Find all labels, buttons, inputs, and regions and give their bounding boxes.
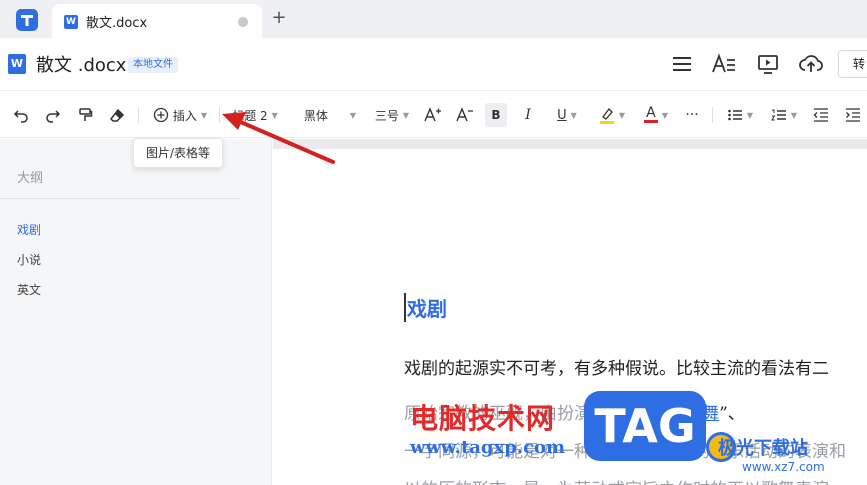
font-color-label: A	[646, 105, 656, 121]
redo-button[interactable]	[42, 103, 64, 127]
outline-sidebar: 大纲 戏剧 小说 英文	[0, 139, 272, 485]
redo-icon	[46, 110, 61, 123]
section-heading[interactable]: 戏剧	[404, 293, 447, 322]
watermark-tag-logo: TAG	[584, 391, 706, 461]
decrease-font-button[interactable]	[454, 103, 476, 127]
chevron-down-icon: ▼	[661, 110, 669, 120]
indent-icon	[846, 108, 860, 122]
font-color-swatch	[643, 120, 658, 123]
outline-title: 大纲	[17, 171, 44, 186]
tab-strip: W 散文.docx +	[0, 0, 867, 38]
tab-title: 散文.docx	[86, 16, 148, 31]
font-family-select[interactable]: 黑体 ▼	[300, 103, 360, 127]
toolbar-divider	[712, 107, 713, 123]
word-doc-icon: W	[64, 15, 78, 29]
chevron-down-icon: ▼	[402, 110, 410, 120]
tab-document[interactable]: W 散文.docx	[52, 4, 262, 38]
chevron-down-icon: ▼	[349, 110, 357, 120]
toolbar-divider	[219, 107, 220, 123]
paragraph-4[interactable]: 以的历的形态，是一为萌动式宗旨之作时的巫以歌舞表演	[404, 475, 829, 485]
toolbar-divider	[138, 107, 139, 123]
cloud-upload-icon[interactable]	[797, 50, 825, 78]
eraser-icon	[110, 108, 125, 122]
watermark-text: 电脑技术网	[410, 402, 556, 435]
close-tab-icon[interactable]	[238, 17, 248, 27]
size-value: 三号	[374, 108, 399, 123]
formatting-toolbar: 插入 ▼ 标题 2 ▼ 黑体 ▼ 三号 ▼ B I U ▼ ▼ A ▼ ··· …	[0, 90, 867, 138]
font-size-select[interactable]: 三号 ▼	[370, 103, 414, 127]
font-value: 黑体	[303, 108, 328, 123]
decrease-indent-button[interactable]	[810, 103, 832, 127]
undo-button[interactable]	[10, 103, 32, 127]
format-painter-icon	[79, 108, 93, 121]
insert-label: 插入	[172, 108, 197, 123]
more-button[interactable]: ···	[680, 103, 704, 127]
document-title[interactable]: 散文 .docx	[36, 51, 126, 77]
outline-item-drama[interactable]: 戏剧	[17, 221, 41, 238]
italic-button[interactable]: I	[517, 103, 539, 127]
highlight-button[interactable]: ▼	[594, 103, 630, 127]
text-format-icon[interactable]	[710, 50, 738, 78]
paragraph-1[interactable]: 戏剧的起源实不可考，有多种假说。比较主流的看法有二	[404, 354, 829, 379]
quote-close: ”、	[719, 404, 745, 424]
chevron-down-icon: ▼	[271, 110, 278, 120]
increase-indent-button[interactable]	[842, 103, 864, 127]
insert-tooltip: 图片/表格等	[133, 138, 223, 168]
outline-divider	[0, 198, 240, 199]
font-increase-icon	[424, 107, 441, 122]
numbered-list-button[interactable]: ▼	[766, 103, 802, 127]
bullet-list-button[interactable]: ▼	[722, 103, 758, 127]
menu-icon[interactable]	[668, 50, 696, 78]
increase-font-button[interactable]	[422, 103, 444, 127]
highlighter-icon	[599, 108, 614, 124]
insert-dropdown[interactable]: 插入 ▼	[148, 103, 212, 127]
watermark-brand: 极光下载站	[718, 438, 808, 459]
convert-button[interactable]: 转	[838, 50, 867, 78]
local-file-badge: 本地文件	[128, 57, 178, 73]
wps-writer-window: W 散文.docx + W 散文 .docx 本地文件 转 插入 ▼ 标题 2 …	[0, 0, 867, 485]
paragraph-style-select[interactable]: 标题 2 ▼	[228, 103, 282, 127]
watermark-url: www.tagxp.com	[410, 437, 566, 458]
outline-item-novel[interactable]: 小说	[17, 251, 41, 268]
numbered-list-icon	[771, 109, 786, 121]
underline-button[interactable]: U ▼	[549, 103, 585, 127]
word-doc-icon: W	[8, 54, 26, 74]
bullet-list-icon	[728, 109, 742, 121]
bold-button[interactable]: B	[485, 103, 507, 127]
font-color-button[interactable]: A ▼	[638, 103, 674, 127]
clear-format-button[interactable]	[106, 103, 128, 127]
outdent-icon	[813, 108, 828, 122]
chevron-down-icon: ▼	[618, 110, 626, 120]
chevron-down-icon: ▼	[790, 110, 798, 120]
underline-label: U	[557, 107, 567, 123]
font-decrease-icon	[456, 107, 473, 122]
title-bar: W 散文 .docx 本地文件	[0, 38, 867, 90]
undo-icon	[13, 110, 28, 123]
watermark-site: www.xz7.com	[742, 460, 825, 474]
new-tab-button[interactable]: +	[270, 8, 288, 28]
chevron-down-icon: ▼	[746, 110, 754, 120]
add-circle-icon	[153, 107, 169, 123]
chevron-down-icon: ▼	[570, 110, 577, 120]
app-logo-icon[interactable]	[16, 9, 38, 31]
format-painter-button[interactable]	[74, 103, 96, 127]
chevron-down-icon: ▼	[200, 110, 208, 120]
outline-item-english[interactable]: 英文	[17, 281, 41, 298]
presentation-icon[interactable]	[754, 50, 782, 78]
style-value: 标题 2	[232, 108, 268, 123]
